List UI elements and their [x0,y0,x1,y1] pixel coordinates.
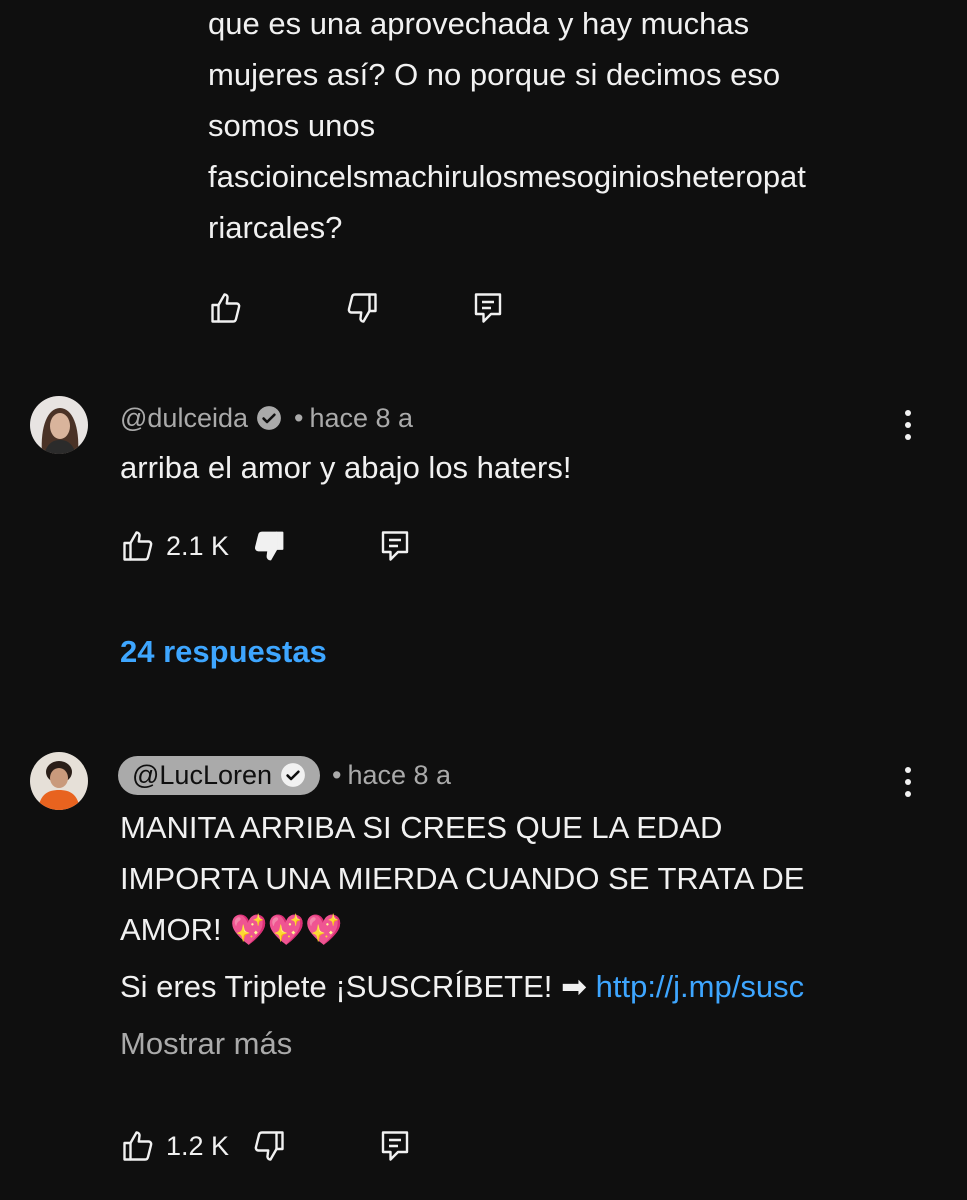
comment-line: riarcales? [208,210,343,245]
timestamp: hace 8 a [347,759,452,790]
comment-text: arriba el amor y abajo los haters! [120,450,572,485]
subscribe-link[interactable]: http://j.mp/susc [596,969,804,1004]
comment-line: somos unos [208,108,376,143]
avatar[interactable] [30,752,88,810]
thumbs-up-icon[interactable] [208,290,244,326]
verified-icon [256,405,282,431]
comment-line-text: AMOR! [120,912,222,947]
more-vert-icon[interactable] [903,767,913,797]
thumbs-up-icon[interactable] [120,1128,156,1164]
comment-actions: 1.2 K [120,1124,413,1168]
previous-comment-text: que es una aprovechada y hay muchas muje… [208,0,806,253]
comment-header: @dulceida • hace 8 a [120,400,413,436]
reply-icon[interactable] [470,290,506,326]
thumbs-down-icon[interactable] [251,528,287,564]
comment-actions: 2.1 K [120,524,413,568]
replies-link[interactable]: 24 respuestas [120,634,327,670]
reply-icon[interactable] [377,1128,413,1164]
author-handle[interactable]: @dulceida [120,403,248,434]
author-handle-highlighted[interactable]: @LucLoren [118,755,320,795]
comment-line: MANITA ARRIBA SI CREES QUE LA EDAD [120,810,723,845]
previous-comment-actions [208,286,506,330]
like-count: 1.2 K [166,1130,230,1161]
sparkling-heart-emojis: 💖💖💖 [230,914,343,947]
thumbs-down-icon[interactable] [344,290,380,326]
comment-line: fascioincelsmachirulosmesoginiosheteropa… [208,159,806,194]
comment-text: MANITA ARRIBA SI CREES QUE LA EDAD IMPOR… [120,802,804,956]
comment-line: mujeres así? O no porque si decimos eso [208,57,781,92]
like-count: 2.1 K [166,530,230,561]
subscribe-text: Si eres Triplete ¡SUSCRÍBETE! ➡ [120,969,587,1004]
timestamp: hace 8 a [309,402,414,433]
verified-icon [280,762,306,788]
reply-icon[interactable] [377,528,413,564]
comment-line: IMPORTA UNA MIERDA CUANDO SE TRATA DE [120,861,805,896]
thumbs-up-icon[interactable] [120,528,156,564]
comment-line: que es una aprovechada y hay muchas [208,6,750,41]
comment-line: AMOR! 💖💖💖 [120,904,804,956]
more-vert-icon[interactable] [903,410,913,440]
comment-header: @LucLoren • hace 8 a [118,752,451,798]
avatar[interactable] [30,396,88,454]
thumbs-down-icon[interactable] [251,1128,287,1164]
subscribe-line: Si eres Triplete ¡SUSCRÍBETE! ➡ http://j… [120,961,804,1012]
show-more-button[interactable]: Mostrar más [120,1026,292,1062]
separator-dot: • [332,759,342,790]
author-handle: @LucLoren [132,759,272,790]
separator-dot: • [294,402,304,433]
